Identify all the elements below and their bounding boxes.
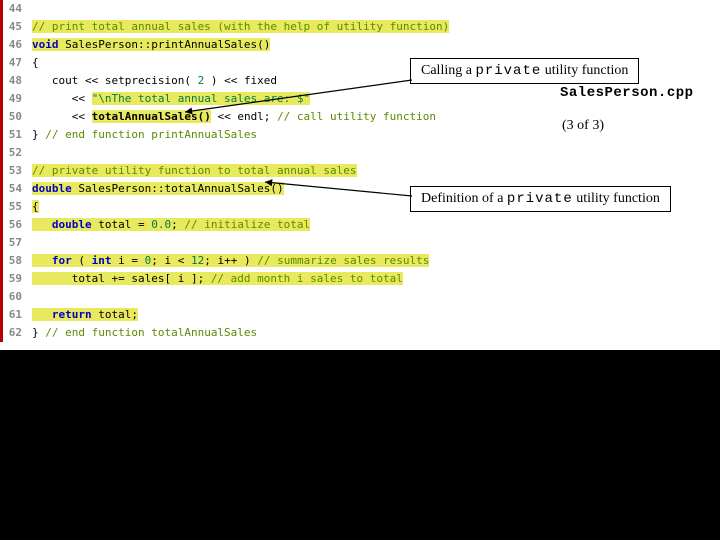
line-number: 51 (0, 126, 28, 144)
code-token: SalesPerson::printAnnualSales() (59, 38, 271, 51)
line-number: 52 (0, 144, 28, 162)
code-token: // call utility function (277, 110, 436, 123)
callout-calling-private: Calling a private utility function (410, 58, 639, 84)
code-token: cout << setprecision( (32, 74, 198, 87)
code-token: double (32, 182, 72, 195)
line-number: 46 (0, 36, 28, 54)
code-line: void SalesPerson::printAnnualSales() (32, 36, 449, 54)
code-token: return (32, 308, 92, 321)
code-token: // private utility function to total ann… (32, 164, 357, 177)
code-area: 44454647484950515253545556575859606162 /… (0, 0, 480, 350)
code-token: SalesPerson::totalAnnualSales() (72, 182, 284, 195)
code-token: { (32, 56, 39, 69)
callout-code: private (507, 191, 573, 207)
code-token: ) << fixed (204, 74, 277, 87)
code-line: return total; (32, 306, 449, 324)
code-token: total += sales[ i ]; (32, 272, 211, 285)
callout-text: utility function (541, 63, 628, 78)
code-token: << (32, 110, 92, 123)
code-token: { (32, 200, 39, 213)
callout-text: Calling a (421, 63, 475, 78)
line-number: 61 (0, 306, 28, 324)
line-number: 60 (0, 288, 28, 306)
code-token: total; (92, 308, 138, 321)
code-token: int (92, 254, 112, 267)
code-token: // summarize sales results (257, 254, 429, 267)
code-token: ; (171, 218, 184, 231)
code-line (32, 234, 449, 252)
line-number: 53 (0, 162, 28, 180)
code-token: void (32, 38, 59, 51)
line-number: 48 (0, 72, 28, 90)
code-token: // print total annual sales (with the he… (32, 20, 449, 33)
code-line: cout << setprecision( 2 ) << fixed (32, 72, 449, 90)
code-token: total = (92, 218, 152, 231)
code-line: { (32, 54, 449, 72)
callout-code: private (475, 63, 541, 79)
line-number: 62 (0, 324, 28, 342)
code-token: << endl; (211, 110, 277, 123)
code-line (32, 0, 449, 18)
code-token: 12 (191, 254, 204, 267)
code-line: << "\nThe total annual sales are: $" (32, 90, 449, 108)
code-token: // end function totalAnnualSales (45, 326, 257, 339)
code-token: } (32, 128, 45, 141)
code-token: ( (72, 254, 92, 267)
code-token: "\nThe total annual sales are: $" (92, 92, 311, 105)
line-number: 55 (0, 198, 28, 216)
code-body: // print total annual sales (with the he… (32, 0, 449, 342)
code-token: totalAnnualSales() (92, 110, 211, 123)
line-number: 45 (0, 18, 28, 36)
code-line: } // end function printAnnualSales (32, 126, 449, 144)
line-number: 54 (0, 180, 28, 198)
code-line: // print total annual sales (with the he… (32, 18, 449, 36)
code-token: // add month i sales to total (211, 272, 403, 285)
page-indicator: (3 of 3) (562, 118, 604, 134)
line-number: 44 (0, 0, 28, 18)
callout-definition-private: Definition of a private utility function (410, 186, 671, 212)
code-line: double total = 0.0; // initialize total (32, 216, 449, 234)
code-token: } (32, 326, 45, 339)
code-line: // private utility function to total ann… (32, 162, 449, 180)
line-number: 58 (0, 252, 28, 270)
code-token: for (32, 254, 72, 267)
code-line: << totalAnnualSales() << endl; // call u… (32, 108, 449, 126)
code-token: i = (112, 254, 145, 267)
slide-container: 44454647484950515253545556575859606162 /… (0, 0, 720, 350)
code-token: ; i < (151, 254, 191, 267)
line-number: 47 (0, 54, 28, 72)
code-line: for ( int i = 0; i < 12; i++ ) // summar… (32, 252, 449, 270)
line-number: 57 (0, 234, 28, 252)
code-token: 0.0 (151, 218, 171, 231)
code-line: total += sales[ i ]; // add month i sale… (32, 270, 449, 288)
line-number: 50 (0, 108, 28, 126)
code-line: double SalesPerson::totalAnnualSales() (32, 180, 449, 198)
callout-text: Definition of a (421, 191, 507, 206)
line-number-gutter: 44454647484950515253545556575859606162 (0, 0, 28, 342)
code-line (32, 288, 449, 306)
code-token: << (32, 92, 92, 105)
code-token: double (32, 218, 92, 231)
code-line (32, 144, 449, 162)
code-token: // initialize total (184, 218, 310, 231)
line-number: 59 (0, 270, 28, 288)
line-number: 56 (0, 216, 28, 234)
code-token: ; i++ ) (204, 254, 257, 267)
callout-text: utility function (573, 191, 660, 206)
code-token: // end function printAnnualSales (45, 128, 257, 141)
code-line: { (32, 198, 449, 216)
file-label: SalesPerson.cpp (560, 85, 694, 101)
line-number: 49 (0, 90, 28, 108)
code-line: } // end function totalAnnualSales (32, 324, 449, 342)
